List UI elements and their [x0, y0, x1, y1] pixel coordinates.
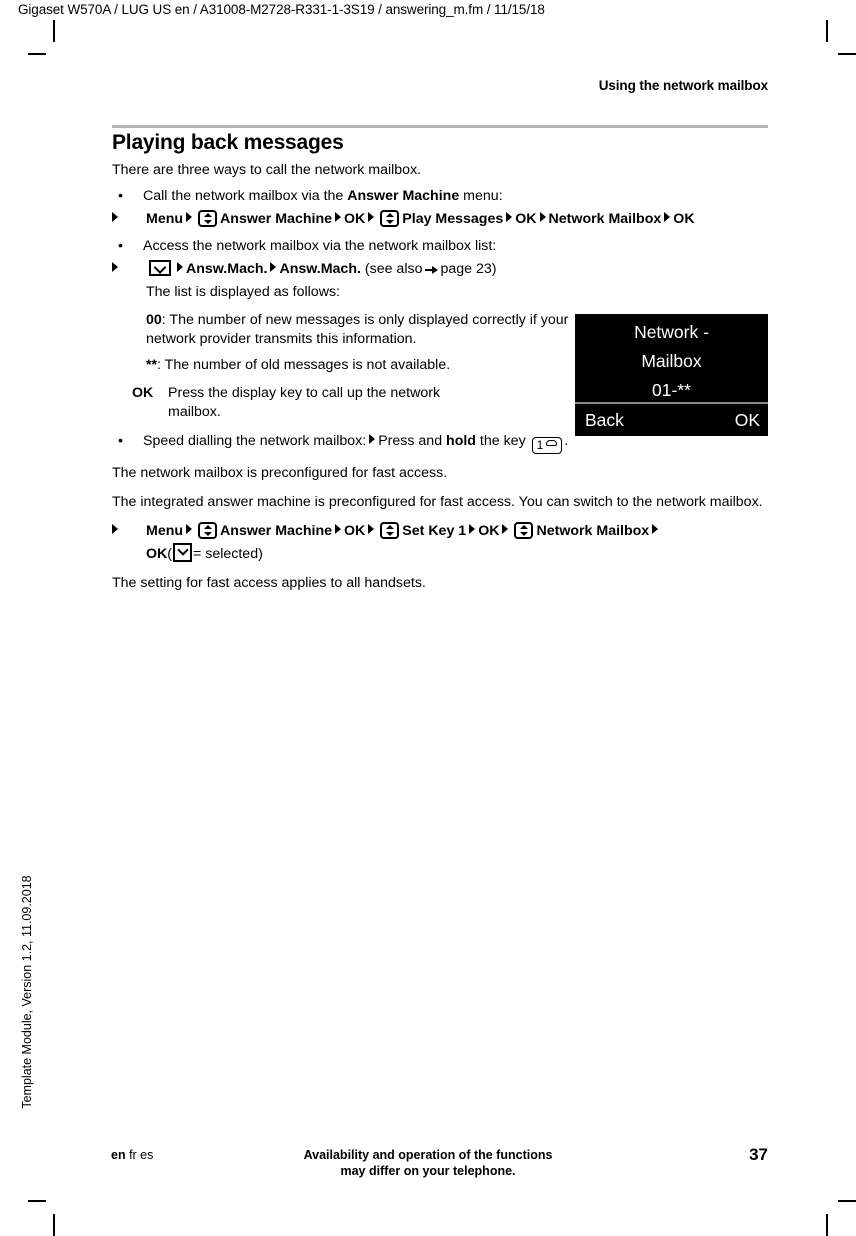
- path-lead-arrow-icon: [112, 258, 118, 281]
- path-arrow-icon: [335, 212, 342, 222]
- path-arrow-icon: [502, 524, 509, 534]
- navigation-key-icon: [380, 210, 400, 227]
- key-1-answering-machine-icon: 1: [531, 437, 563, 454]
- path-ok-3-label: OK: [673, 211, 695, 227]
- selected-legend-text: = selected): [193, 546, 263, 562]
- path-network-mailbox-label: Network Mailbox: [548, 211, 662, 227]
- bullet-3-period: .: [564, 433, 569, 449]
- menu-path-1: Menu Answer Machine OK Play Messages OK Netwo…: [112, 208, 768, 231]
- path-arrow-icon: [506, 212, 513, 222]
- paragraph-integrated: The integrated answer machine is preconf…: [112, 494, 763, 510]
- bullet-3-text-after: the key: [475, 433, 530, 449]
- page-number: 37: [749, 1145, 768, 1164]
- list-item: • Speed dialling the network mailbox: Pre…: [112, 432, 768, 454]
- selected-paren-open: (: [167, 546, 173, 562]
- menu-path-2: Answ.Mach. Answ.Mach. (see also page 23): [112, 258, 768, 281]
- bullet-dot-icon: •: [118, 433, 123, 449]
- paragraph-applies: The setting for fast access applies to a…: [112, 575, 426, 591]
- page-title: Playing back messages: [112, 131, 344, 154]
- path-arrow-icon: [664, 212, 671, 222]
- path-ok-1-label: OK: [344, 211, 366, 227]
- navigation-key-icon: [198, 210, 218, 227]
- list-intro-text: The list is displayed as follows:: [146, 284, 340, 300]
- answering-machine-glyph-icon: [546, 440, 558, 446]
- navigation-key-icon: [198, 522, 218, 539]
- path-arrow-icon: [652, 524, 659, 534]
- ok-term-label: OK: [132, 385, 154, 401]
- path-answer-machine-label: Answer Machine: [220, 211, 333, 227]
- paragraph-preconfigured: The network mailbox is preconfigured for…: [112, 465, 448, 481]
- final-path-network-mailbox-label: Network Mailbox: [536, 523, 650, 539]
- bullet-2-text: Access the network mailbox via the netwo…: [143, 238, 497, 254]
- crop-mark-top-left-horizontal: [28, 53, 46, 55]
- final-path-menu-label: Menu: [146, 523, 184, 539]
- final-path-set-key-label: Set Key 1: [402, 523, 467, 539]
- path-answ-mach-2-label: Answ.Mach.: [279, 261, 361, 277]
- final-path-ok-3-label: OK: [146, 546, 168, 562]
- footer-note: Availability and operation of the functi…: [0, 1147, 856, 1179]
- page-content: Playing back messages There are three wa…: [112, 131, 768, 600]
- key-number-label: 1: [536, 438, 544, 452]
- path-menu-label: Menu: [146, 211, 184, 227]
- crop-mark-bottom-left-horizontal: [28, 1200, 46, 1202]
- path-play-messages-label: Play Messages: [402, 211, 504, 227]
- running-head: Using the network mailbox: [598, 78, 768, 93]
- crop-mark-top-right-horizontal: [838, 53, 856, 55]
- path-arrow-icon: [186, 212, 193, 222]
- cross-reference-arrow-icon: [425, 265, 439, 274]
- navigation-key-icon: [514, 522, 534, 539]
- bullet-3-text-before: Speed dialling the network mailbox:: [143, 433, 367, 449]
- path-arrow-icon: [369, 434, 376, 444]
- path-arrow-icon: [270, 262, 277, 272]
- path-lead-arrow-icon: [112, 520, 118, 543]
- note-old-messages: **: The number of old messages is not av…: [146, 356, 601, 375]
- footer-note-line-2: may differ on your telephone.: [340, 1164, 516, 1178]
- bullet-dot-icon: •: [118, 188, 123, 204]
- list-item: • Call the network mailbox via the Answe…: [112, 187, 768, 206]
- ok-definition: OK Press the display key to call up the …: [112, 384, 768, 422]
- path-arrow-icon: [368, 524, 375, 534]
- final-path-ok-1-label: OK: [344, 523, 366, 539]
- file-header: Gigaset W570A / LUG US en / A31008-M2728…: [18, 2, 545, 17]
- path-ok-2-label: OK: [515, 211, 537, 227]
- ok-description: Press the display key to call up the net…: [168, 385, 441, 420]
- bullet-3-press-and: Press and: [378, 433, 447, 449]
- path-arrow-icon: [177, 262, 183, 272]
- note-new-code: 00: [146, 312, 162, 328]
- bullet-dot-icon: •: [118, 238, 123, 254]
- footer-note-line-1: Availability and operation of the functi…: [303, 1148, 553, 1162]
- path-arrow-icon: [335, 524, 342, 534]
- crop-mark-bottom-right-horizontal: [838, 1200, 856, 1202]
- menu-path-3: Menu Answer Machine OK Set Key 1 OK Network M…: [112, 520, 768, 566]
- note-new-messages: 00: The number of new messages is only d…: [146, 311, 601, 349]
- path-arrow-icon: [368, 212, 375, 222]
- message-list-envelope-icon: [149, 260, 171, 276]
- navigation-key-icon: [380, 522, 400, 539]
- path-arrow-icon: [539, 212, 546, 222]
- intro-paragraph: There are three ways to call the network…: [112, 162, 422, 178]
- selected-checkbox-icon: [173, 543, 193, 562]
- header-rule: [112, 125, 768, 128]
- crop-mark-top-left-vertical: [53, 20, 55, 42]
- bullet-1-text-before: Call the network mailbox via the: [143, 188, 348, 204]
- note-old-code: **: [146, 357, 158, 373]
- final-path-answer-machine-label: Answer Machine: [220, 523, 333, 539]
- note-old-text: : The number of old messages is not avai…: [157, 357, 451, 373]
- side-template-text: Template Module, Version 1.2, 11.09.2018: [20, 875, 34, 1109]
- path-lead-arrow-icon: [112, 208, 118, 231]
- see-also-text: (see also: [364, 261, 423, 277]
- path-answ-mach-1-label: Answ.Mach.: [186, 261, 268, 277]
- bullet-1-bold: Answer Machine: [347, 188, 460, 204]
- path-arrow-icon: [186, 524, 193, 534]
- final-path-ok-2-label: OK: [478, 523, 500, 539]
- page-reference-link[interactable]: page 23): [440, 261, 496, 277]
- path-arrow-icon: [469, 524, 476, 534]
- display-notes: 00: The number of new messages is only d…: [112, 311, 601, 375]
- bullet-1-text-after: menu:: [459, 188, 503, 204]
- bullet-3-hold: hold: [446, 433, 476, 449]
- note-new-text: : The number of new messages is only dis…: [146, 312, 569, 347]
- list-item: • Access the network mailbox via the net…: [112, 237, 768, 256]
- crop-mark-top-right-vertical: [826, 20, 828, 42]
